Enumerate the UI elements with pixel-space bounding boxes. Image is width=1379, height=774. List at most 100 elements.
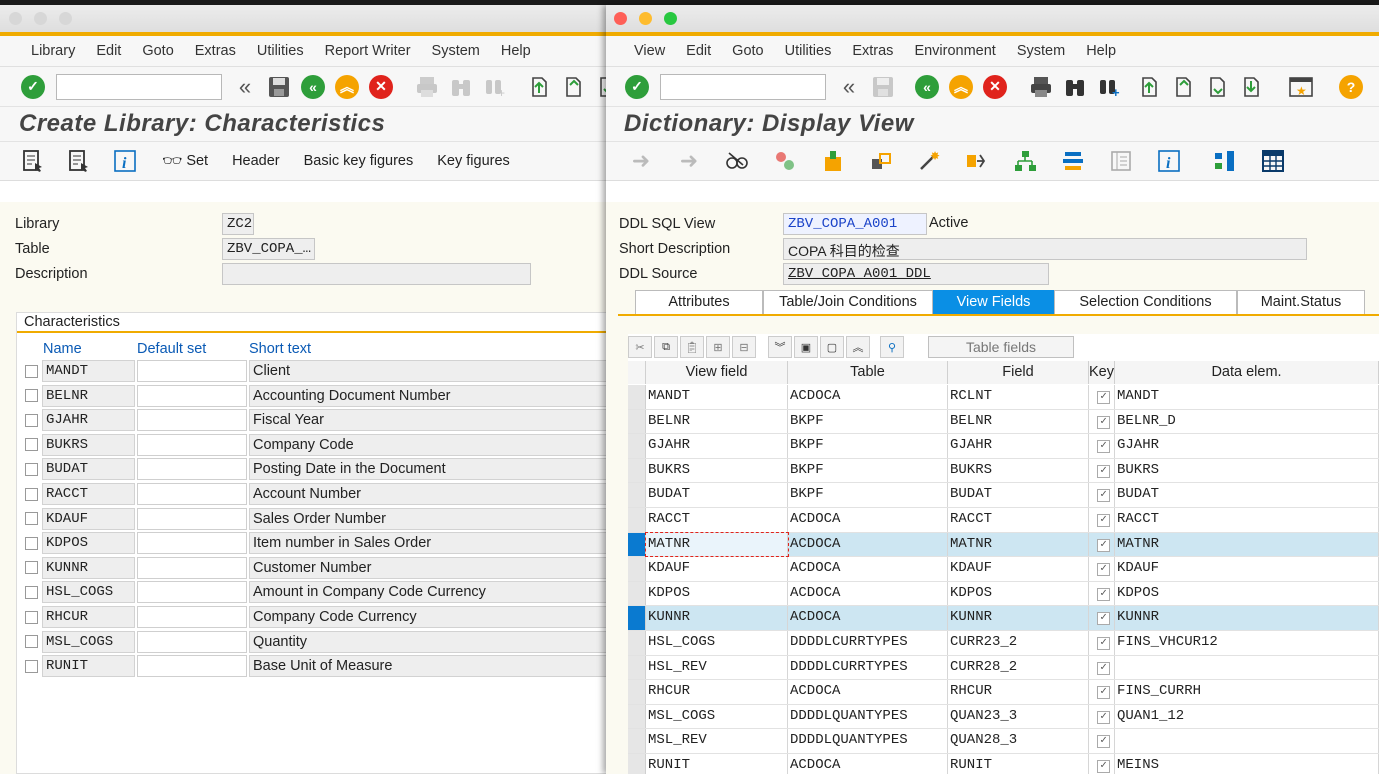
command-field[interactable] (56, 73, 222, 100)
menu-item-help[interactable]: Help (1086, 43, 1116, 59)
save-icon[interactable] (870, 74, 896, 100)
print-icon[interactable] (1028, 74, 1054, 100)
find-icon[interactable] (1062, 74, 1088, 100)
key-checkbox[interactable]: ✓ (1097, 391, 1110, 404)
close-window-button[interactable] (9, 12, 22, 25)
select-column-header[interactable] (628, 361, 646, 384)
row-selector[interactable] (628, 704, 646, 729)
previous-page-icon[interactable] (1170, 74, 1196, 100)
info-icon[interactable]: i (1156, 148, 1182, 174)
create-session-icon[interactable]: ★ (1288, 74, 1314, 100)
key-checkbox[interactable]: ✓ (1097, 464, 1110, 478)
paste-icon[interactable]: 📋︎ (680, 336, 704, 358)
menu-item-utilities[interactable]: Utilities (785, 43, 832, 59)
key-checkbox[interactable]: ✓ (1097, 661, 1110, 675)
row-checkbox[interactable] (25, 389, 38, 403)
description-field[interactable] (222, 263, 531, 285)
default-set-field[interactable] (137, 581, 247, 604)
short-description-field[interactable]: COPA 科目的检查 (783, 238, 1307, 260)
key-checkbox[interactable]: ✓ (1097, 563, 1110, 577)
row-checkbox[interactable] (25, 413, 38, 427)
characteristic-name[interactable]: KUNNR (42, 556, 135, 579)
row-selector[interactable] (628, 483, 646, 507)
close-window-button[interactable] (614, 12, 627, 25)
save-icon[interactable] (266, 74, 292, 100)
detail-icon[interactable]: ⚲ (880, 336, 904, 358)
view-field-cell[interactable]: MANDT (646, 385, 788, 409)
view-field-cell[interactable]: HSL_REV (646, 655, 788, 680)
tab-table-join-conditions[interactable]: Table/Join Conditions (763, 290, 933, 315)
key-checkbox[interactable]: ✓ (1097, 415, 1110, 429)
info-icon[interactable]: i (112, 148, 138, 174)
default-set-field[interactable] (137, 556, 247, 579)
view-field-cell[interactable]: MSL_REV (646, 729, 788, 753)
cancel-icon[interactable]: ✕ (368, 74, 394, 100)
layers-icon[interactable] (1060, 148, 1086, 174)
exit-icon[interactable]: ︽ (334, 74, 360, 100)
help-icon[interactable]: ? (1338, 74, 1364, 100)
view-field-cell[interactable]: KUNNR (646, 606, 788, 630)
minimize-window-button[interactable] (639, 12, 652, 25)
menu-item-edit[interactable]: Edit (686, 43, 711, 59)
characteristic-name[interactable]: BUDAT (42, 458, 135, 481)
key-checkbox[interactable]: ✓ (1097, 587, 1110, 601)
print-icon[interactable] (414, 74, 440, 100)
row-selector[interactable] (628, 655, 646, 680)
deselect-all-icon[interactable]: ▢ (820, 336, 844, 358)
characteristic-name[interactable]: HSL_COGS (42, 581, 135, 604)
check-icon[interactable] (820, 148, 846, 174)
enter-button[interactable]: ✓ (624, 74, 650, 100)
view-field-cell[interactable]: BELNR (646, 409, 788, 434)
ddl-sql-view-field[interactable]: ZBV_COPA_A001 (783, 213, 927, 235)
menu-item-help[interactable]: Help (501, 43, 531, 59)
hierarchy-icon[interactable] (1012, 148, 1038, 174)
row-checkbox[interactable] (25, 438, 38, 452)
menu-item-utilities[interactable]: Utilities (257, 43, 304, 59)
menu-item-environment[interactable]: Environment (914, 43, 995, 59)
tab-selection-conditions[interactable]: Selection Conditions (1054, 290, 1237, 315)
menu-item-library[interactable]: Library (31, 43, 75, 59)
key-checkbox[interactable]: ✓ (1097, 538, 1110, 552)
table-fields-button[interactable]: Table fields (928, 336, 1074, 358)
row-selector[interactable] (628, 385, 646, 409)
command-field[interactable] (660, 73, 826, 100)
key-checkbox[interactable]: ✓ (1097, 489, 1110, 503)
row-selector[interactable] (628, 754, 646, 774)
first-page-icon[interactable] (1136, 74, 1162, 100)
short-text-column-header[interactable]: Short text (249, 341, 311, 357)
menu-item-system[interactable]: System (432, 43, 480, 59)
magic-wand-icon[interactable]: ✸ (916, 148, 942, 174)
find-icon[interactable] (448, 74, 474, 100)
collapse-command-icon[interactable]: « (232, 74, 258, 100)
library-field[interactable]: ZC2 (222, 213, 254, 235)
default-set-field[interactable] (137, 483, 247, 505)
default-set-field[interactable] (137, 409, 247, 432)
key-checkbox[interactable]: ✓ (1097, 735, 1110, 749)
view-field-cell[interactable]: BUKRS (646, 458, 788, 483)
row-checkbox[interactable] (25, 585, 38, 599)
other-object-icon[interactable] (772, 148, 798, 174)
tab-view-fields[interactable]: View Fields (933, 290, 1054, 315)
set-button[interactable]: 👓︎ Set (162, 151, 208, 171)
view-field-cell[interactable]: MATNR (645, 531, 789, 558)
key-checkbox[interactable]: ✓ (1097, 710, 1110, 724)
tab-maint-status[interactable]: Maint.Status (1237, 290, 1365, 315)
key-checkbox[interactable]: ✓ (1097, 440, 1110, 454)
default-set-field[interactable] (137, 532, 247, 555)
row-checkbox[interactable] (25, 364, 38, 378)
where-used-icon[interactable] (964, 148, 990, 174)
forward-arrow-icon[interactable]: ➜ (676, 148, 702, 174)
find-next-icon[interactable]: + (482, 74, 508, 100)
default-set-column-header[interactable]: Default set (137, 341, 206, 357)
menu-item-report-writer[interactable]: Report Writer (325, 43, 411, 59)
row-selector[interactable] (628, 409, 646, 434)
header-button[interactable]: Header (232, 153, 280, 169)
default-set-field[interactable] (137, 606, 247, 628)
expand-all-icon[interactable]: ︽ (846, 336, 870, 358)
next-page-icon[interactable] (1204, 74, 1230, 100)
default-set-field[interactable] (137, 655, 247, 678)
zoom-window-button[interactable] (59, 12, 72, 25)
row-selector[interactable] (628, 729, 646, 753)
change-icon[interactable] (66, 148, 92, 174)
row-checkbox[interactable] (25, 561, 38, 575)
